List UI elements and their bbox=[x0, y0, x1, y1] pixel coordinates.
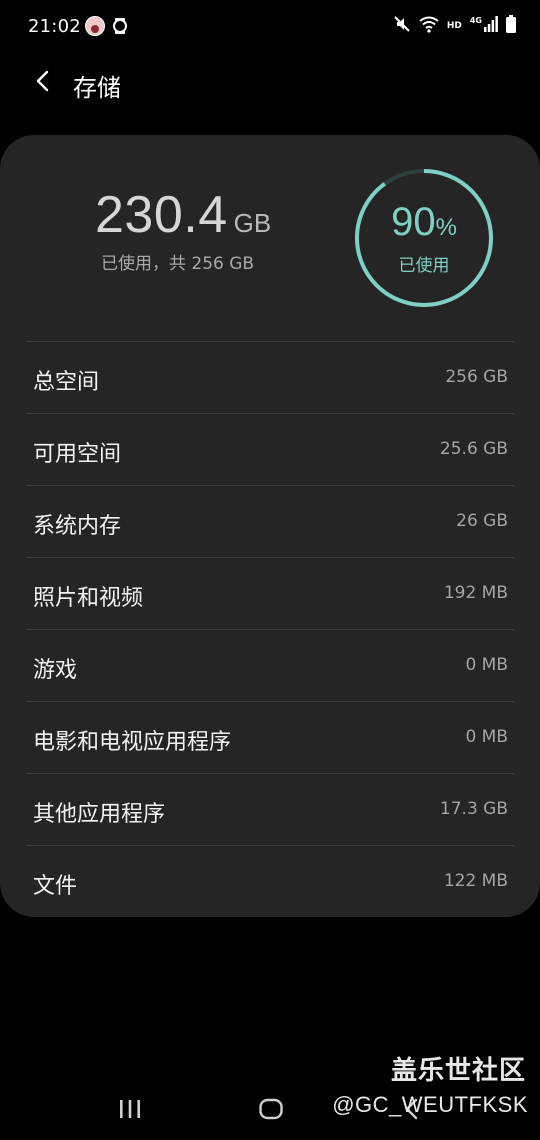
signal-icon bbox=[484, 16, 498, 36]
row-value: 26 GB bbox=[456, 511, 508, 531]
home-icon bbox=[258, 1096, 284, 1126]
row-label: 其他应用程序 bbox=[33, 802, 166, 827]
usage-percent-value: 90 bbox=[391, 200, 436, 244]
row-value: 192 MB bbox=[443, 583, 508, 603]
storage-summary: 230.4 GB 已使用，共 256 GB 90% 已使用 bbox=[0, 135, 540, 341]
used-block: 230.4 GB 已使用，共 256 GB bbox=[95, 185, 295, 274]
row-label: 系统内存 bbox=[33, 514, 122, 539]
row-value: 0 MB bbox=[465, 727, 508, 747]
app-header: 存储 bbox=[0, 54, 540, 114]
watch-icon bbox=[110, 16, 130, 36]
storage-row-games[interactable]: 游戏 0 MB bbox=[26, 629, 514, 701]
chevron-left-icon bbox=[33, 69, 53, 97]
storage-row-system[interactable]: 系统内存 26 GB bbox=[26, 485, 514, 557]
used-unit: GB bbox=[233, 208, 272, 238]
storage-row-total[interactable]: 总空间 256 GB bbox=[26, 341, 514, 413]
watermark-handle: @GC_WEUTFKSK bbox=[332, 1092, 528, 1117]
used-caption: 已使用，共 256 GB bbox=[101, 254, 255, 274]
battery-icon bbox=[506, 15, 516, 37]
storage-screen: 21:02 HD 4G 存储 230.4 GB 已使用，共 256 GB 90%… bbox=[0, 0, 540, 1140]
storage-card: 230.4GB 已使用，共 256 GB 90% 已使用 总空间 256 GB bbox=[0, 135, 540, 917]
page-title: 存储 bbox=[73, 74, 121, 102]
row-label: 照片和视频 bbox=[33, 586, 144, 611]
usage-label: 已使用 bbox=[398, 256, 450, 276]
used-value: 230.4 bbox=[95, 186, 228, 244]
row-value: 256 GB bbox=[445, 367, 508, 387]
mute-icon bbox=[393, 15, 411, 37]
row-label: 总空间 bbox=[33, 370, 100, 395]
status-time: 21:02 bbox=[28, 16, 81, 37]
storage-list: 总空间 256 GB 可用空间 25.6 GB 系统内存 26 GB 照片和视频… bbox=[26, 341, 514, 917]
status-icons: HD 4G bbox=[393, 14, 516, 38]
row-value: 25.6 GB bbox=[439, 439, 508, 459]
home-button[interactable] bbox=[251, 1094, 291, 1128]
row-label: 电影和电视应用程序 bbox=[33, 730, 232, 755]
network-type-label: 4G bbox=[469, 15, 482, 25]
row-value: 17.3 GB bbox=[439, 799, 508, 819]
row-value: 0 MB bbox=[465, 655, 508, 675]
row-label: 游戏 bbox=[33, 658, 78, 683]
status-bar: 21:02 HD 4G bbox=[0, 0, 540, 54]
recent-apps-button[interactable] bbox=[110, 1094, 150, 1128]
storage-row-files[interactable]: 文件 122 MB bbox=[26, 845, 514, 917]
storage-row-available[interactable]: 可用空间 25.6 GB bbox=[26, 413, 514, 485]
watermark-title: 盖乐世社区 bbox=[390, 1056, 526, 1086]
hd-label: HD bbox=[446, 21, 462, 31]
usage-percent: 90% bbox=[353, 200, 495, 245]
storage-row-movies-tv[interactable]: 电影和电视应用程序 0 MB bbox=[26, 701, 514, 773]
back-button[interactable] bbox=[26, 66, 60, 100]
row-label: 可用空间 bbox=[33, 442, 122, 467]
usage-percent-sign: % bbox=[435, 214, 457, 241]
row-value: 122 MB bbox=[443, 871, 508, 891]
wifi-icon bbox=[419, 15, 439, 37]
storage-row-other-apps[interactable]: 其他应用程序 17.3 GB bbox=[26, 773, 514, 845]
row-label: 文件 bbox=[33, 874, 78, 899]
storage-row-photos-videos[interactable]: 照片和视频 192 MB bbox=[26, 557, 514, 629]
recent-apps-icon bbox=[117, 1098, 143, 1124]
usage-donut: 90% 已使用 bbox=[353, 167, 495, 309]
avatar-notification-icon bbox=[85, 16, 105, 36]
